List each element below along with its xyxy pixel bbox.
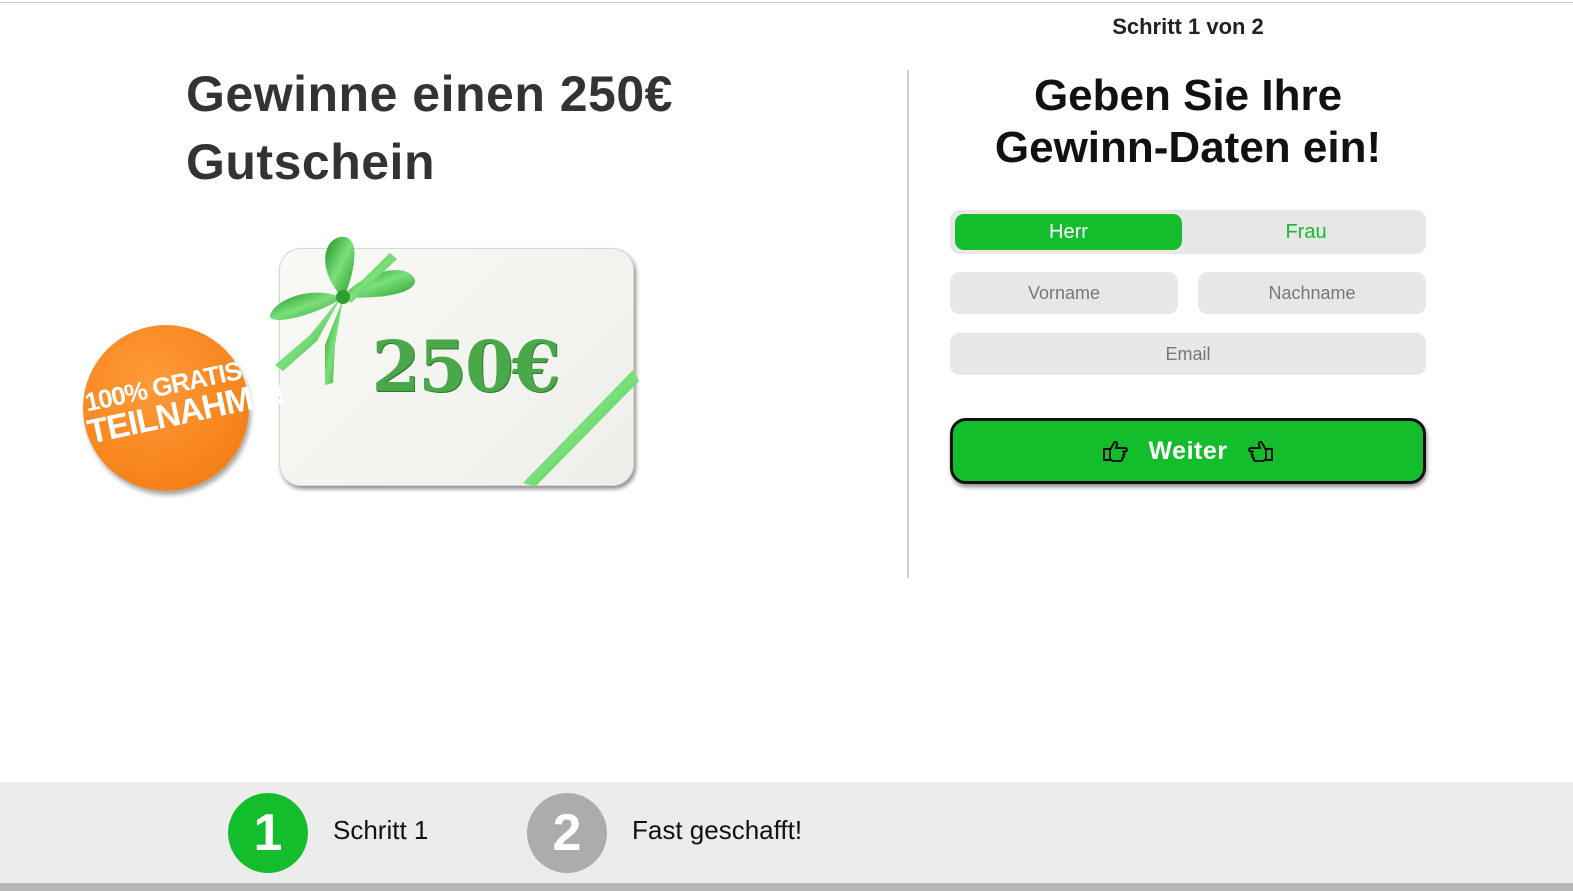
step-1-circle: 1 [228,793,308,873]
weiter-label: Weiter [1148,436,1228,465]
last-name-input[interactable] [1198,272,1426,314]
step-1-label: Schritt 1 [333,815,429,845]
email-input[interactable] [950,333,1426,375]
pointing-hand-right-icon [1102,440,1128,462]
footer-bottom-bar [0,883,1573,891]
gender-option-herr[interactable]: Herr [955,214,1182,250]
gender-toggle: Herr Frau [950,210,1426,254]
free-participation-badge: 100% GRATIS TEILNAHME! [82,325,287,491]
ribbon-icon [269,236,639,487]
weiter-button[interactable]: Weiter [950,418,1426,484]
promo-headline: Gewinne einen 250€ Gutschein [186,66,673,190]
pointing-hand-left-icon [1248,440,1274,462]
top-border [0,2,1573,3]
step-2-label: Fast geschafft! [632,815,803,845]
step-indicator: Schritt 1 von 2 [1112,14,1264,39]
gender-option-frau[interactable]: Frau [1190,214,1422,250]
first-name-input[interactable] [950,272,1178,314]
column-divider [907,70,909,578]
step-2-circle: 2 [527,793,607,873]
form-title: Geben Sie Ihre Gewinn-Daten ein! [994,71,1382,172]
